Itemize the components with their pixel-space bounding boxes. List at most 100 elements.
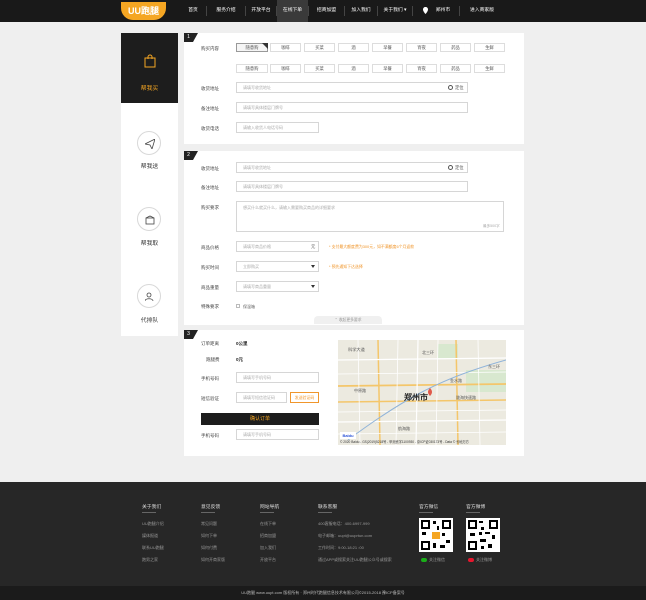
map-label: 东三环 bbox=[488, 364, 500, 369]
paper-plane-icon bbox=[145, 139, 155, 149]
delivery-address-input[interactable]: 请填写收货地址 bbox=[236, 82, 468, 93]
footer-link[interactable]: 媒体报道 bbox=[142, 533, 158, 539]
sidebar-item-send[interactable] bbox=[137, 131, 161, 155]
label-remark-address: 备注地址 bbox=[201, 185, 219, 190]
sidebar-item-buy[interactable]: 帮我买 bbox=[121, 33, 178, 103]
tag-late-snack[interactable]: 宵夜 bbox=[406, 43, 437, 52]
nav-about-us[interactable]: 关于我们 ▾ bbox=[378, 0, 412, 22]
chevron-down-icon bbox=[311, 265, 315, 268]
footer-link[interactable]: 常见问题 bbox=[201, 521, 217, 527]
label-delivery-address: 收货地址 bbox=[201, 166, 219, 171]
nav-open-platform[interactable]: 开放平台 bbox=[246, 0, 276, 22]
tag-breakfast[interactable]: 早餐 bbox=[372, 64, 403, 73]
label-distance: 订单距离 bbox=[201, 341, 219, 346]
sidebar-label-buy: 帮我买 bbox=[140, 86, 159, 92]
footer-col-title: 联系客服 bbox=[318, 505, 338, 510]
footer-link[interactable]: 跑男之家 bbox=[142, 557, 158, 563]
label-mobile: 手机号码 bbox=[201, 376, 219, 381]
map-label: 科学大道 bbox=[348, 347, 365, 352]
footer-col-title: 官方微信 bbox=[419, 505, 439, 510]
price-input[interactable]: 请填写商品价格 bbox=[236, 241, 319, 252]
price-unit: 元 bbox=[311, 244, 316, 249]
shopping-bag-icon bbox=[144, 54, 156, 68]
mobile-input-2[interactable]: 请填写手机号码 bbox=[236, 429, 319, 440]
brand-logo[interactable]: UU跑腿 bbox=[121, 2, 166, 20]
nav-service[interactable]: 服务介绍 bbox=[207, 0, 245, 22]
locate-icon[interactable] bbox=[448, 165, 453, 170]
tag-coffee[interactable]: 咖啡 bbox=[270, 43, 301, 52]
footer-link[interactable]: 如何付费 bbox=[201, 545, 217, 551]
char-limit-hint: 最多500字 bbox=[483, 224, 500, 228]
map-label: 中原路 bbox=[354, 388, 366, 393]
buy-time-select[interactable]: 立即购买 bbox=[236, 261, 319, 272]
send-code-button[interactable]: 发送验证码 bbox=[290, 392, 319, 403]
tag-random-buy[interactable]: 随意购 bbox=[236, 64, 268, 73]
nav-franchise[interactable]: 招商加盟 bbox=[309, 0, 344, 22]
label-weight: 商品重量 bbox=[201, 285, 219, 290]
footer-divider bbox=[260, 512, 274, 513]
label-price: 商品价格 bbox=[201, 245, 219, 250]
tag-vegetables[interactable]: 买菜 bbox=[304, 64, 335, 73]
remark-address-input[interactable]: 请填写具体楼层门牌号 bbox=[236, 102, 468, 113]
footer-link[interactable]: 开放平台 bbox=[260, 557, 276, 563]
sidebar-label-send: 帮我送 bbox=[140, 164, 159, 170]
footer-link[interactable]: 如何下单 bbox=[201, 533, 217, 539]
map-label: 北三环 bbox=[422, 350, 434, 355]
time-note: * 预先通知下达选择 bbox=[329, 264, 363, 269]
footer-link[interactable]: 联系UU跑腿 bbox=[142, 545, 164, 551]
remark-address-input-2[interactable]: 请填写具体楼层门牌号 bbox=[236, 181, 468, 192]
tag-coffee[interactable]: 咖啡 bbox=[270, 64, 301, 73]
nav-order-online[interactable]: 在线下单 bbox=[277, 0, 308, 22]
sidebar-item-fetch[interactable] bbox=[137, 207, 161, 231]
footer-link[interactable]: 如何开商家版 bbox=[201, 557, 225, 563]
tag-medicine[interactable]: 药品 bbox=[440, 64, 471, 73]
footer-link[interactable]: 招商加盟 bbox=[260, 533, 276, 539]
wechat-follow-link[interactable]: 关注微信 bbox=[429, 557, 445, 563]
footer-divider bbox=[201, 512, 215, 513]
chevron-down-icon bbox=[311, 285, 315, 288]
map-label: 航海路 bbox=[398, 426, 410, 431]
mobile-input[interactable]: 请填写手机号码 bbox=[236, 372, 319, 383]
label-delivery-address: 收货地址 bbox=[201, 86, 219, 91]
locate-button[interactable]: 定位 bbox=[455, 85, 464, 91]
tag-wine[interactable]: 酒 bbox=[338, 64, 369, 73]
label-delivery-fee: 跑腿费 bbox=[206, 357, 220, 362]
delivery-address-input-2[interactable]: 请填写收货地址 bbox=[236, 162, 468, 173]
weibo-follow-link[interactable]: 关注微博 bbox=[476, 557, 492, 563]
step2-panel: 2 bbox=[184, 151, 524, 325]
locate-icon[interactable] bbox=[448, 85, 453, 90]
distance-value: 0公里 bbox=[236, 341, 248, 346]
phone-input[interactable]: 请输入收货人电话号码 bbox=[236, 122, 319, 133]
nav-join-us[interactable]: 加入我们 bbox=[345, 0, 377, 22]
footer-link[interactable]: UU跑腿介绍 bbox=[142, 521, 164, 527]
confirm-order-button[interactable]: 确认订单 bbox=[201, 413, 319, 425]
sms-code-input[interactable]: 请填写短信验证码 bbox=[236, 392, 287, 403]
baidu-map[interactable]: 科学大道 中原路 金水路 陇海快速路 航海路 北三环 东三环 郑州市 Baidu… bbox=[338, 340, 506, 445]
insulated-box-checkbox[interactable] bbox=[236, 304, 240, 308]
footer-contact[interactable]: 电子邮箱：uupt@uuprtun.com bbox=[318, 533, 372, 539]
sidebar-label-fetch: 帮我取 bbox=[140, 241, 159, 247]
footer-link[interactable]: 在线下单 bbox=[260, 521, 276, 527]
locate-button[interactable]: 定位 bbox=[455, 165, 464, 171]
label-buy-time: 购买时间 bbox=[201, 265, 219, 270]
top-nav: UU跑腿 首页 服务介绍 开放平台 在线下单 招商加盟 加入我们 关于我们 ▾ … bbox=[0, 0, 646, 22]
city-selector[interactable]: 郑州市 bbox=[428, 0, 458, 22]
sidebar-item-queue[interactable] bbox=[137, 284, 161, 308]
footer-link[interactable]: 加入我们 bbox=[260, 545, 276, 551]
weight-select[interactable]: 请填写商品重量 bbox=[236, 281, 319, 292]
tag-vegetables[interactable]: 买菜 bbox=[304, 43, 335, 52]
label-mobile-2: 手机号码 bbox=[201, 433, 219, 438]
collapse-more-toggle[interactable]: ⌃ 收起更多要求 bbox=[314, 316, 382, 324]
tag-breakfast[interactable]: 早餐 bbox=[372, 43, 403, 52]
copyright-bar: UU跑腿 www.uupt.com 版权所有 · 郑州时代跑腿信息技术有限公司©… bbox=[0, 586, 646, 600]
tag-fresh[interactable]: 生鲜 bbox=[474, 43, 505, 52]
footer-col-title: 意见反馈 bbox=[201, 505, 221, 510]
tag-medicine[interactable]: 药品 bbox=[440, 43, 471, 52]
nav-home[interactable]: 首页 bbox=[180, 0, 206, 22]
tag-fresh[interactable]: 生鲜 bbox=[474, 64, 505, 73]
tag-late-snack[interactable]: 宵夜 bbox=[406, 64, 437, 73]
tag-wine[interactable]: 酒 bbox=[338, 43, 369, 52]
merchant-entry-link[interactable]: 进入商家版 bbox=[462, 0, 502, 22]
requirements-textarea[interactable]: 想买什么就买什么，请输入需要购买商品的详细要求 bbox=[236, 201, 504, 232]
wechat-qr-code bbox=[419, 518, 453, 552]
